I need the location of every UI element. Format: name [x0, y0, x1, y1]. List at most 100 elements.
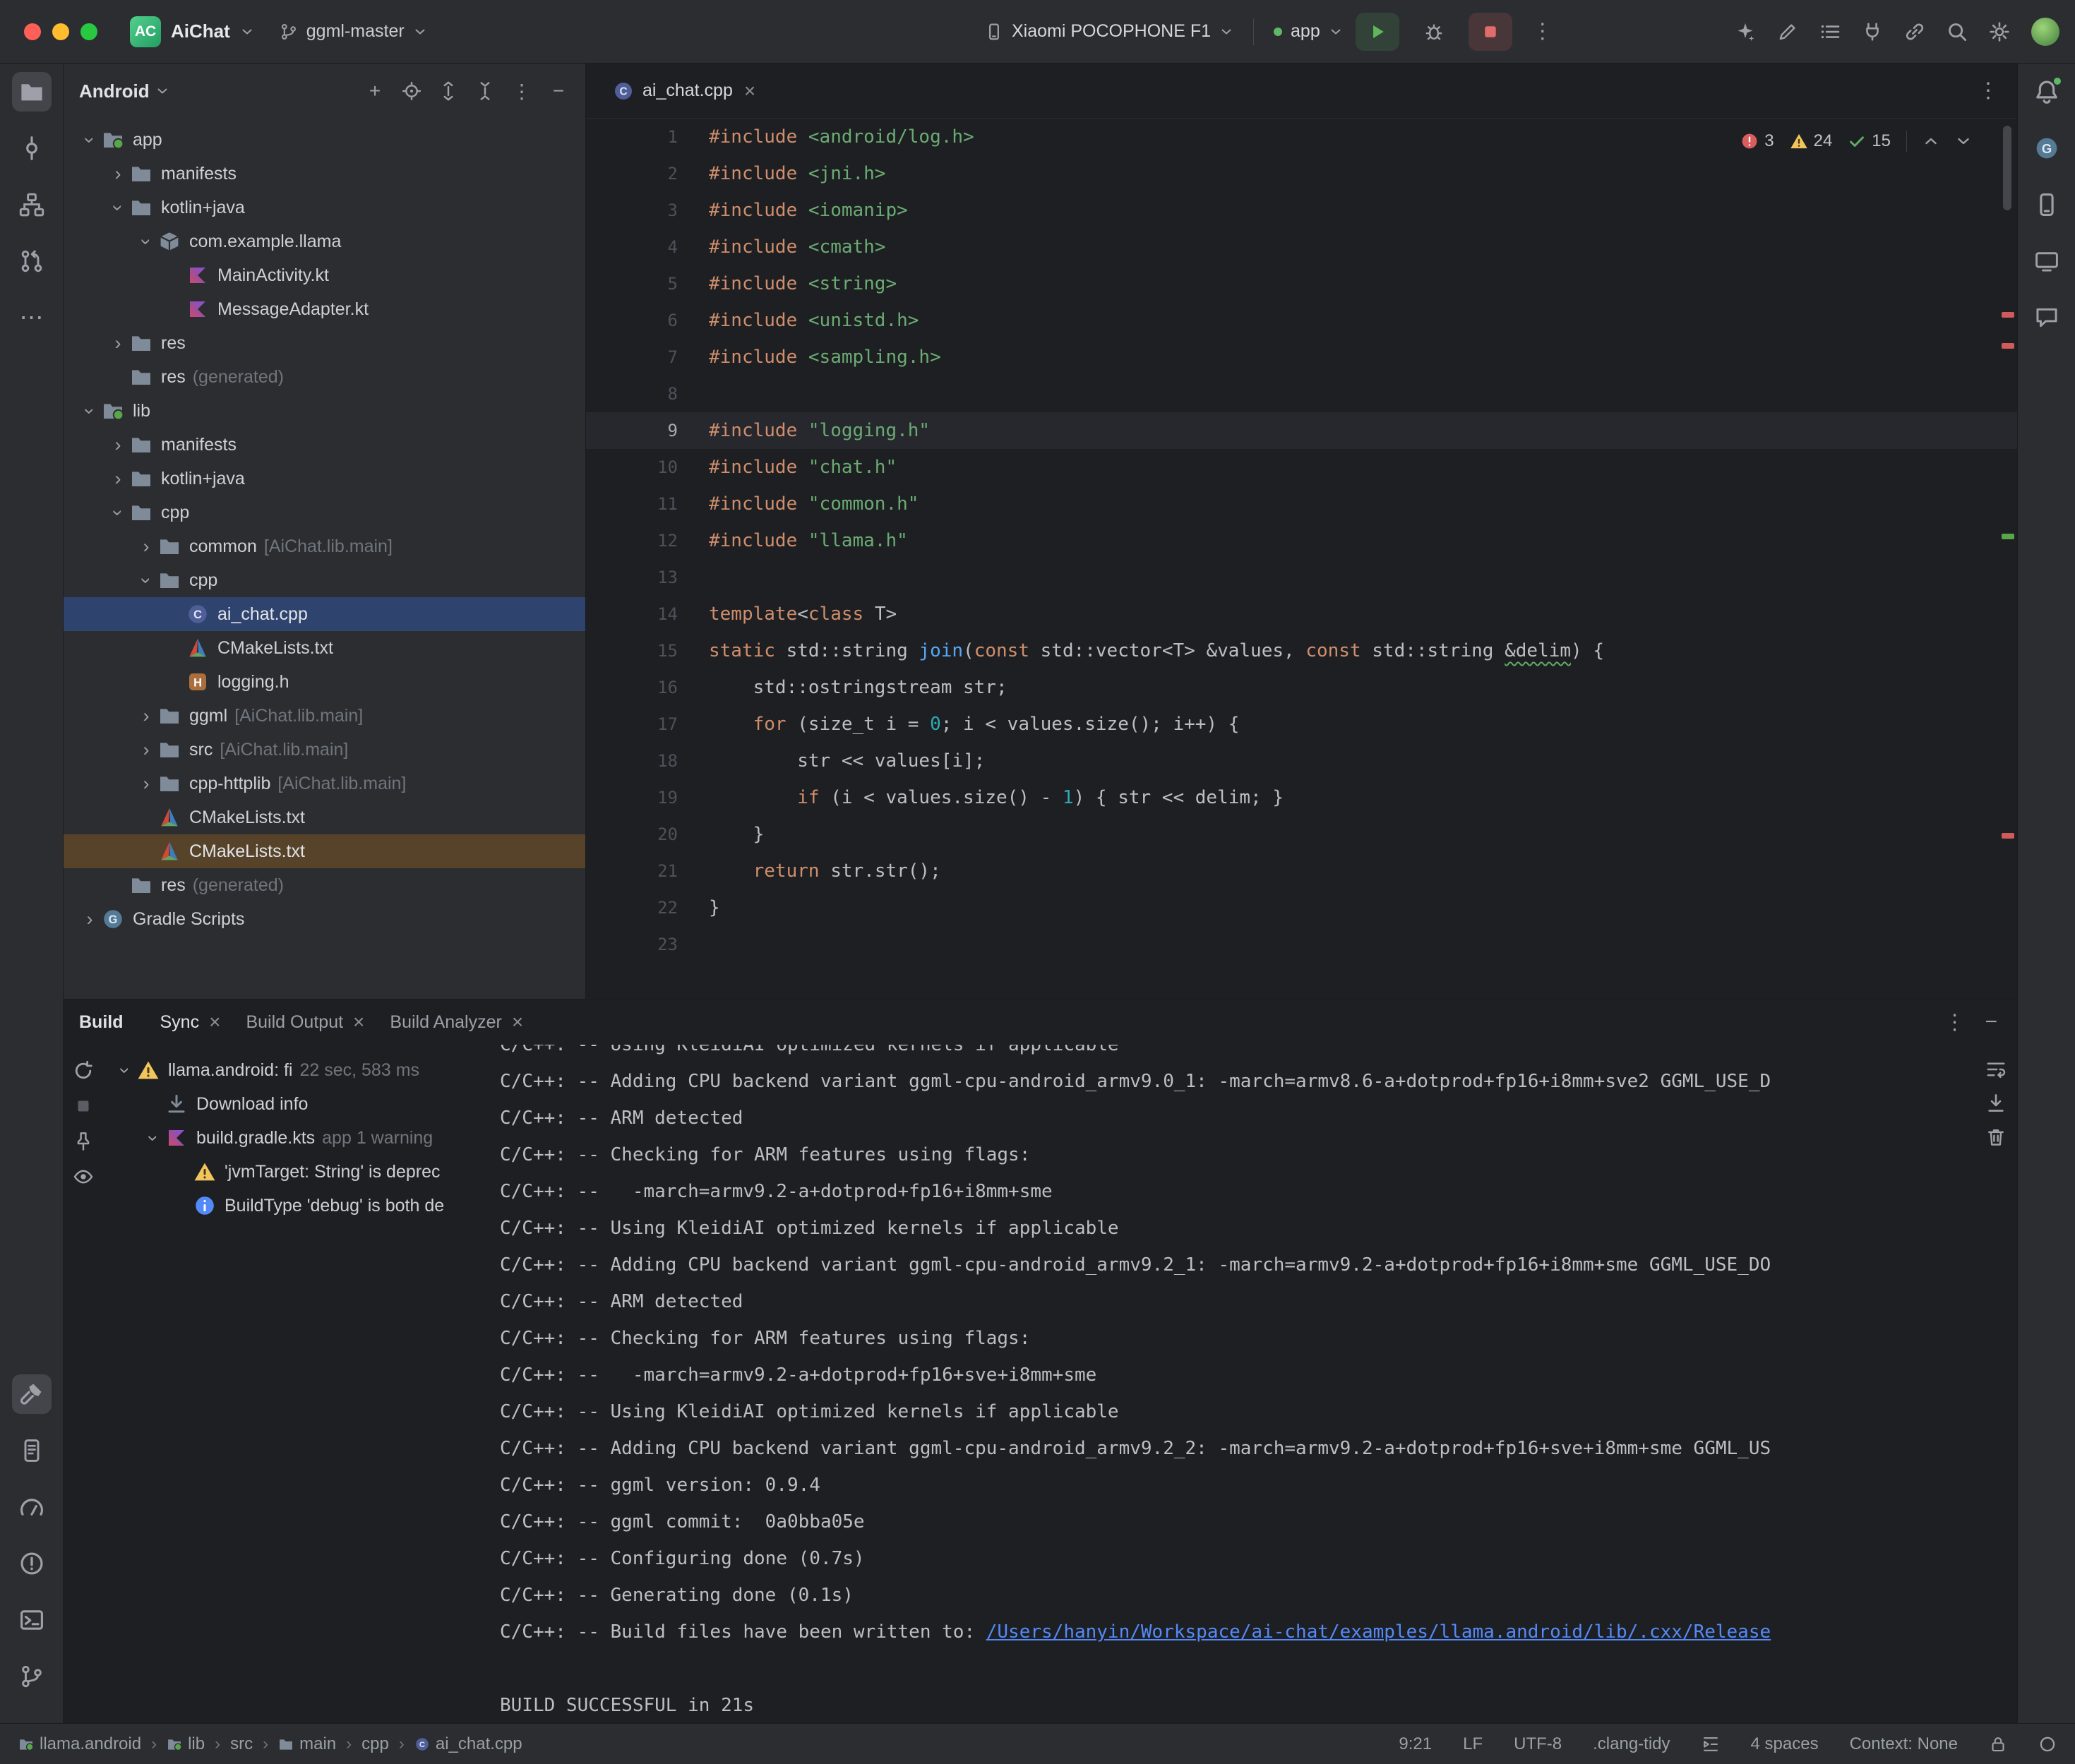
- code-line[interactable]: 16 std::ostringstream str;: [586, 669, 2017, 706]
- line-separator-widget[interactable]: LF: [1463, 1734, 1483, 1754]
- tree-chevron-icon[interactable]: ›: [106, 468, 130, 490]
- pull-requests-tool-button[interactable]: [12, 241, 52, 281]
- tree-item[interactable]: res(generated): [64, 868, 585, 902]
- close-tab-icon[interactable]: ×: [209, 1011, 220, 1033]
- pin-icon[interactable]: [73, 1131, 94, 1152]
- select-opened-file-icon[interactable]: [396, 76, 427, 107]
- user-avatar[interactable]: [2031, 18, 2059, 46]
- options-kebab-icon[interactable]: ⋮: [506, 76, 537, 107]
- inspections-widget[interactable]: 3 24 15: [1740, 123, 1972, 160]
- todo-list-icon[interactable]: [1819, 21, 1841, 42]
- tree-item[interactable]: ›lib: [64, 394, 585, 428]
- device-mirror-icon[interactable]: [1904, 21, 1925, 42]
- version-control-tool-button[interactable]: [12, 1657, 52, 1696]
- build-options-kebab-icon[interactable]: ⋮: [1944, 1010, 1965, 1035]
- tree-item[interactable]: ›kotlin+java: [64, 191, 585, 224]
- tree-chevron-icon[interactable]: ›: [106, 332, 130, 354]
- terminal-tool-button[interactable]: [12, 1600, 52, 1640]
- tree-chevron-icon[interactable]: ›: [106, 434, 130, 456]
- code-line[interactable]: 12#include "llama.h": [586, 522, 2017, 559]
- build-tab-build-analyzer[interactable]: Build Analyzer×: [377, 1000, 536, 1045]
- profiler-tool-button[interactable]: [12, 1487, 52, 1527]
- logcat-tool-button[interactable]: [12, 1431, 52, 1470]
- run-configuration-selector[interactable]: app: [1274, 21, 1343, 42]
- build-tab-build-output[interactable]: Build Output×: [233, 1000, 377, 1045]
- tree-chevron-icon[interactable]: ›: [134, 773, 158, 795]
- collapse-all-icon[interactable]: [470, 76, 501, 107]
- code-line[interactable]: 3#include <iomanip>: [586, 192, 2017, 229]
- code-line[interactable]: 5#include <string>: [586, 265, 2017, 302]
- run-button[interactable]: [1356, 13, 1399, 51]
- stop-button[interactable]: [1469, 13, 1512, 51]
- breadcrumb-item[interactable]: main: [278, 1734, 336, 1754]
- commit-tool-button[interactable]: [12, 128, 52, 168]
- code-editor[interactable]: 1#include <android/log.h>2#include <jni.…: [586, 119, 2017, 999]
- code-line[interactable]: 6#include <unistd.h>: [586, 302, 2017, 339]
- find-icon[interactable]: [1777, 21, 1798, 42]
- ai-assistant-icon[interactable]: [1735, 21, 1756, 42]
- error-stripe-mark[interactable]: [2002, 312, 2014, 318]
- build-console[interactable]: C/C++: -- Using KleidiAI optimized kerne…: [491, 1045, 1975, 1723]
- device-manager-button[interactable]: [2027, 185, 2067, 224]
- tree-chevron-icon[interactable]: ›: [106, 163, 130, 185]
- tree-item[interactable]: ›cpp-httplib[AiChat.lib.main]: [64, 767, 585, 800]
- tree-item[interactable]: CMakeLists.txt: [64, 631, 585, 665]
- tree-chevron-icon[interactable]: ›: [79, 399, 101, 423]
- add-icon[interactable]: +: [359, 76, 390, 107]
- tree-item[interactable]: ai_chat.cpp: [64, 597, 585, 631]
- tree-item[interactable]: ›cpp: [64, 496, 585, 529]
- close-tab-icon[interactable]: ×: [353, 1011, 364, 1033]
- project-selector[interactable]: AC AiChat: [130, 16, 254, 47]
- project-view-selector[interactable]: Android: [79, 80, 150, 102]
- vcs-stripe-mark[interactable]: [2002, 534, 2014, 539]
- debug-button[interactable]: [1412, 13, 1456, 51]
- project-tool-button[interactable]: [12, 72, 52, 112]
- code-line[interactable]: 19 if (i < values.size() - 1) { str << d…: [586, 779, 2017, 816]
- gradle-tool-button[interactable]: [2027, 128, 2067, 168]
- breadcrumb-item[interactable]: llama.android: [18, 1734, 141, 1754]
- next-problem-icon[interactable]: [1955, 133, 1972, 150]
- code-line[interactable]: 20 }: [586, 816, 2017, 853]
- code-line[interactable]: 7#include <sampling.h>: [586, 339, 2017, 376]
- error-count[interactable]: 3: [1740, 123, 1774, 160]
- close-tab-icon[interactable]: ×: [512, 1011, 523, 1033]
- code-line[interactable]: 17 for (size_t i = 0; i < values.size();…: [586, 706, 2017, 743]
- indent-style-icon[interactable]: [1702, 1735, 1720, 1753]
- tree-item[interactable]: ›src[AiChat.lib.main]: [64, 733, 585, 767]
- minimize-window-button[interactable]: [52, 23, 69, 40]
- editor-options-kebab-icon[interactable]: ⋮: [1978, 78, 1999, 103]
- tree-chevron-icon[interactable]: ›: [107, 196, 129, 220]
- tree-item[interactable]: Download info: [103, 1087, 491, 1121]
- scroll-to-end-icon[interactable]: [1985, 1093, 2007, 1114]
- notifications-button[interactable]: [2027, 72, 2067, 112]
- code-line[interactable]: 10#include "chat.h": [586, 449, 2017, 486]
- tree-chevron-icon[interactable]: ›: [136, 568, 157, 592]
- tree-chevron-icon[interactable]: ›: [134, 536, 158, 558]
- code-line[interactable]: 4#include <cmath>: [586, 229, 2017, 265]
- tree-chevron-icon[interactable]: ›: [143, 1126, 165, 1150]
- settings-gear-icon[interactable]: [1989, 21, 2010, 42]
- tree-item[interactable]: ›manifests: [64, 428, 585, 462]
- problems-tool-button[interactable]: [12, 1544, 52, 1583]
- code-line[interactable]: 21 return str.str();: [586, 853, 2017, 889]
- tree-chevron-icon[interactable]: ›: [134, 705, 158, 727]
- tree-item[interactable]: ›Gradle Scripts: [64, 902, 585, 936]
- expand-all-icon[interactable]: [433, 76, 464, 107]
- soft-wrap-icon[interactable]: [1985, 1059, 2007, 1080]
- inspection-status-icon[interactable]: [2038, 1735, 2057, 1753]
- tree-item[interactable]: ›res: [64, 326, 585, 360]
- code-line[interactable]: 22}: [586, 889, 2017, 926]
- filter-eye-icon[interactable]: [73, 1166, 94, 1187]
- context-widget[interactable]: Context: None: [1850, 1734, 1958, 1754]
- tree-chevron-icon[interactable]: ›: [78, 908, 102, 930]
- tree-item[interactable]: ›com.example.llama: [64, 224, 585, 258]
- tree-item[interactable]: ›kotlin+java: [64, 462, 585, 496]
- plugins-icon[interactable]: [1862, 21, 1883, 42]
- close-window-button[interactable]: [24, 23, 41, 40]
- breadcrumb-item[interactable]: cpp: [361, 1734, 389, 1754]
- tree-chevron-icon[interactable]: ›: [134, 739, 158, 761]
- close-tab-icon[interactable]: ×: [744, 80, 755, 102]
- tree-item[interactable]: ›app: [64, 123, 585, 157]
- tree-item[interactable]: ›build.gradle.ktsapp 1 warning: [103, 1121, 491, 1155]
- structure-tool-button[interactable]: [12, 185, 52, 224]
